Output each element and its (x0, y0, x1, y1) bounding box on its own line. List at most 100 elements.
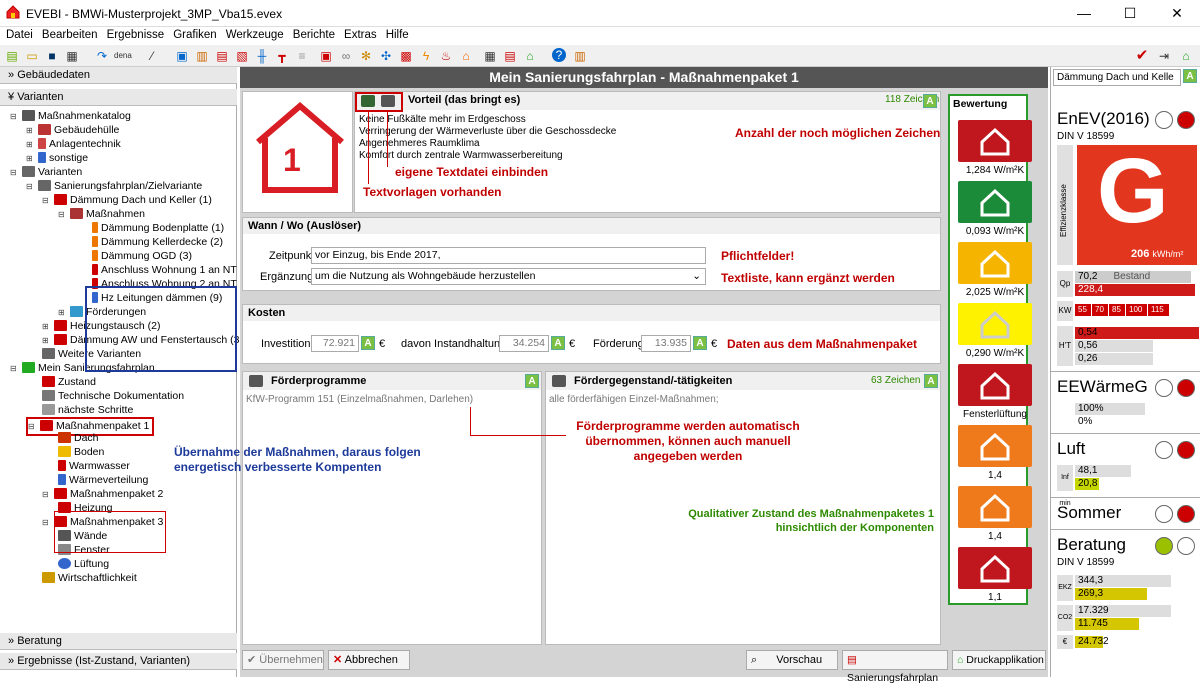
enev-heading: EnEV(2016) (1057, 109, 1150, 128)
dena-icon[interactable]: dena (114, 48, 132, 64)
menu-werkzeuge[interactable]: Werkzeuge (226, 27, 284, 43)
rating-label: 0,093 W/m²K (965, 226, 1025, 237)
abbrechen-button[interactable]: ✕ Abbrechen (328, 650, 410, 670)
sommer-status-red (1177, 505, 1195, 523)
section-beratung[interactable]: » Beratung (0, 633, 237, 650)
tree-item[interactable]: Wärmeverteilung (58, 473, 148, 487)
calculator-icon[interactable]: ▦ (482, 48, 498, 64)
roadmap-small-icon[interactable]: ⌂ (1178, 48, 1194, 64)
menu-grafiken[interactable]: Grafiken (173, 27, 216, 43)
section-gebaeudedaten[interactable]: » Gebäudedaten (0, 67, 237, 84)
minimize-button[interactable]: — (1061, 0, 1107, 27)
menu-bar: Datei Bearbeiten Ergebnisse Grafiken Wer… (0, 27, 1200, 45)
building-icon[interactable]: ▣ (174, 48, 190, 64)
uebernehmen-button[interactable]: ✔ Übernehmen (242, 650, 324, 670)
note-foerder: Förderprogramme werden automatisch übern… (576, 419, 800, 463)
tree-item[interactable]: ⊟ Maßnahmenkatalog (10, 109, 131, 124)
chart-icon[interactable]: ▤ (502, 48, 518, 64)
tree-item[interactable]: Dämmung OGD (3) (92, 249, 192, 263)
tree-item[interactable]: ⊟ Maßnahmenpaket 2 (42, 487, 163, 502)
rating-label: 1,4 (988, 531, 1002, 542)
import-textfile-icon[interactable] (249, 375, 263, 387)
layers-icon[interactable]: ▤ (214, 48, 230, 64)
sanierungsfahrplan-button[interactable]: ▤ Sanierungsfahrplan (842, 650, 948, 684)
wand-icon[interactable]: ⁄ (144, 48, 160, 64)
luft-heading: Luft (1057, 439, 1086, 458)
tree-item[interactable]: Lüftung (58, 557, 109, 571)
section-ergebnisse[interactable]: » Ergebnisse (Ist-Zustand, Varianten) (0, 653, 237, 670)
tree-item[interactable]: ⊞ Anlagentechnik (26, 137, 121, 152)
vorschau-button[interactable]: ⌕ Vorschau (746, 650, 838, 670)
tree-item[interactable]: Wirtschaftlichkeit (42, 571, 137, 585)
menu-extras[interactable]: Extras (344, 27, 377, 43)
instand-value: 34.254 (499, 335, 549, 352)
euro-sign: € (711, 338, 718, 350)
vorteil-text[interactable]: Keine Fußkälte mehr im Erdgeschoss Verrin… (359, 114, 616, 162)
print-icon[interactable]: ▦ (64, 48, 80, 64)
foerdergegenstand-text[interactable]: alle förderfähigen Einzel-Maßnahmen; (549, 394, 719, 405)
pipes-icon[interactable]: ╫ (254, 48, 270, 64)
exit-icon[interactable]: ⇥ (1156, 48, 1172, 64)
calculator2-icon[interactable]: ▥ (572, 48, 588, 64)
chain-icon[interactable]: ∞ (338, 48, 354, 64)
help-icon[interactable]: ? (552, 48, 566, 62)
tree-item[interactable]: Anschluss Wohnung 1 an NT ( (92, 263, 243, 277)
menu-bearbeiten[interactable]: Bearbeiten (42, 27, 98, 43)
foerderprogramme-text[interactable]: KfW-Programm 151 (Einzelmaßnahmen, Darle… (246, 394, 473, 405)
open-folder-icon[interactable]: ▭ (24, 48, 40, 64)
check-icon[interactable]: ✔ (1134, 48, 1150, 64)
window-element-icon[interactable]: ▣ (318, 48, 334, 64)
redo-icon[interactable]: ↷ (94, 48, 110, 64)
tree-item[interactable]: Dämmung Bodenplatte (1) (92, 221, 224, 235)
new-file-icon[interactable]: ▤ (4, 48, 20, 64)
variant-select[interactable]: Dämmung Dach und Kelle (1053, 69, 1181, 86)
menu-ergebnisse[interactable]: Ergebnisse (107, 27, 165, 43)
tree-item[interactable]: Zustand (42, 375, 96, 389)
vorteil-heading: Vorteil (das bringt es) (408, 94, 521, 106)
rating-house-icon (958, 242, 1032, 284)
foerderprogramme-box: Förderprogramme A KfW-Programm 151 (Einz… (242, 371, 542, 645)
tree-item[interactable]: ⊟ Varianten (10, 165, 82, 180)
ergaenzung-select[interactable]: um die Nutzung als Wohngebäude herzustel… (311, 268, 706, 285)
text-template-icon[interactable] (361, 95, 375, 107)
house-heat-icon[interactable]: ⌂ (458, 48, 474, 64)
menu-datei[interactable]: Datei (6, 27, 33, 43)
tree-item[interactable]: ⊟ Maßnahmen (58, 207, 145, 222)
lightning-icon[interactable]: ϟ (418, 48, 434, 64)
boiler-icon[interactable]: ▩ (398, 48, 414, 64)
zeitpunkt-input[interactable]: vor Einzug, bis Ende 2017, (311, 247, 706, 264)
sun-icon[interactable]: ✻ (358, 48, 374, 64)
roadmap-icon[interactable]: ⌂ (522, 48, 538, 64)
tree-item[interactable]: Dämmung Kellerdecke (2) (92, 235, 223, 249)
druckapplikation-button[interactable]: ⌂ Druckapplikation (952, 650, 1046, 670)
import-textfile-icon[interactable] (381, 95, 395, 107)
foerderung-status-icon: A (693, 336, 707, 350)
section-varianten[interactable]: ¥ Varianten (0, 89, 237, 106)
rating-label: 2,025 W/m²K (965, 287, 1025, 298)
tree-item[interactable]: Technische Dokumentation (42, 389, 184, 403)
tree-item[interactable]: ⊞ Gebäudehülle (26, 123, 119, 138)
wall-icon[interactable]: ▥ (194, 48, 210, 64)
save-icon[interactable]: ■ (44, 48, 60, 64)
tree-item[interactable]: Dach (58, 431, 99, 445)
menu-hilfe[interactable]: Hilfe (386, 27, 409, 43)
fan-icon[interactable]: ✣ (378, 48, 394, 64)
tree-item[interactable]: Warmwasser (58, 459, 130, 473)
tree-item[interactable]: ⊞ sonstige (26, 151, 88, 166)
tree-item[interactable]: ⊟ Dämmung Dach und Keller (1) (42, 193, 212, 208)
heating-icon[interactable]: ▧ (234, 48, 250, 64)
close-button[interactable]: ✕ (1154, 0, 1200, 27)
tree-item[interactable]: ⊟ Sanierungsfahrplan/Zielvariante (26, 179, 202, 194)
maximize-button[interactable]: ☐ (1107, 0, 1153, 27)
tree-item[interactable]: Boden (58, 445, 104, 459)
menu-berichte[interactable]: Berichte (293, 27, 335, 43)
tree-item[interactable]: nächste Schritte (42, 403, 133, 417)
kw-scale-item: 115 (1148, 304, 1169, 316)
electric-icon[interactable]: ≡ (294, 48, 310, 64)
investition-status-icon: A (361, 336, 375, 350)
app-logo-icon (6, 5, 20, 19)
toolbar: ▤ ▭ ■ ▦ ↷ dena ⁄ ▣ ▥ ▤ ▧ ╫ ┳ ≡ ▣ ∞ ✻ ✣ ▩… (0, 45, 1200, 67)
flame-icon[interactable]: ♨ (438, 48, 454, 64)
import-textfile-icon[interactable] (552, 375, 566, 387)
tap-icon[interactable]: ┳ (274, 48, 290, 64)
